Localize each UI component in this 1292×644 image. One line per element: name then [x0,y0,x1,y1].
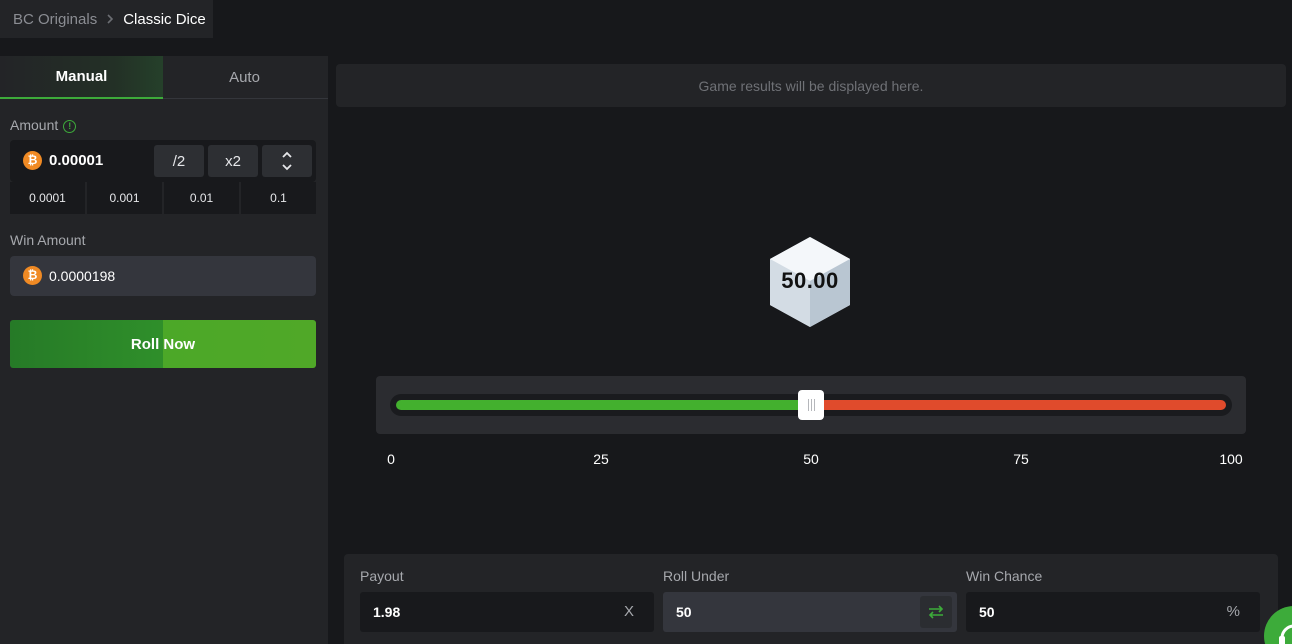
chevron-right-icon [106,12,114,27]
bet-mode-tabs: Manual Auto [0,56,328,99]
payout-label: Payout [360,568,404,584]
win-chance-value[interactable]: 50 [979,592,995,632]
roll-under-value[interactable]: 50 [676,592,692,632]
payout-suffix: X [623,603,634,620]
preset-button[interactable]: 0.01 [164,182,239,214]
roll-under-input[interactable]: 50 [663,592,957,632]
tab-manual[interactable]: Manual [0,56,163,99]
slider-tick-label: 0 [387,451,395,467]
tab-auto[interactable]: Auto [163,56,326,98]
breadcrumb-parent-link[interactable]: BC Originals [13,11,97,28]
amount-value[interactable]: 0.00001 [49,140,103,182]
amount-label-row: Amount! [10,117,77,133]
swap-roll-direction-button[interactable] [920,596,952,628]
slider-tick-label: 50 [803,451,819,467]
bet-settings-bar: Payout 1.98 X Roll Under 50 Win Chance 5… [344,554,1278,644]
slider-tick-label: 100 [1219,451,1243,467]
double-amount-button[interactable]: x2 [208,145,258,177]
top-bar: BC Originals Classic Dice [0,0,1292,56]
game-results-bar: Game results will be displayed here. [336,64,1286,107]
win-chance-suffix: % [1226,603,1240,620]
win-chance-label: Win Chance [966,568,1043,584]
breadcrumb-current: Classic Dice [123,10,206,28]
bet-panel: Manual Auto Amount! ₿ 0.00001 /2 x2 0.00… [0,56,328,644]
slider-tick-label: 25 [593,451,609,467]
slider-lose-range [811,400,1226,410]
amount-input[interactable]: ₿ 0.00001 /2 x2 [10,140,316,182]
chevron-up-down-icon [282,151,292,171]
win-amount-label: Win Amount [10,232,86,248]
amount-stepper-button[interactable] [262,145,312,177]
slider-tick-label: 75 [1013,451,1029,467]
preset-button[interactable]: 0.0001 [10,182,85,214]
dice-result-value: 50.00 [781,268,839,293]
win-amount-field: ₿ 0.0000198 [10,256,316,296]
win-amount-value: 0.0000198 [49,268,116,284]
info-icon[interactable]: ! [63,120,77,133]
preset-button[interactable]: 0.1 [241,182,316,214]
bitcoin-icon: ₿ [23,151,42,170]
roll-under-label: Roll Under [663,568,730,584]
swap-arrows-icon [928,605,944,619]
payout-value[interactable]: 1.98 [373,592,400,632]
amount-presets: 0.0001 0.001 0.01 0.1 [10,182,316,214]
slider-handle[interactable] [798,390,824,420]
halve-amount-button[interactable]: /2 [154,145,204,177]
headset-icon[interactable] [1264,606,1292,644]
preset-button[interactable]: 0.001 [87,182,162,214]
bitcoin-icon: ₿ [23,266,42,285]
roll-slider [376,376,1246,434]
breadcrumb: BC Originals Classic Dice [0,0,213,38]
payout-input[interactable]: 1.98 X [360,592,654,632]
roll-now-button[interactable]: Roll Now [10,320,316,368]
slider-win-range [396,400,811,410]
win-chance-input[interactable]: 50 % [966,592,1260,632]
amount-label: Amount [10,117,59,133]
